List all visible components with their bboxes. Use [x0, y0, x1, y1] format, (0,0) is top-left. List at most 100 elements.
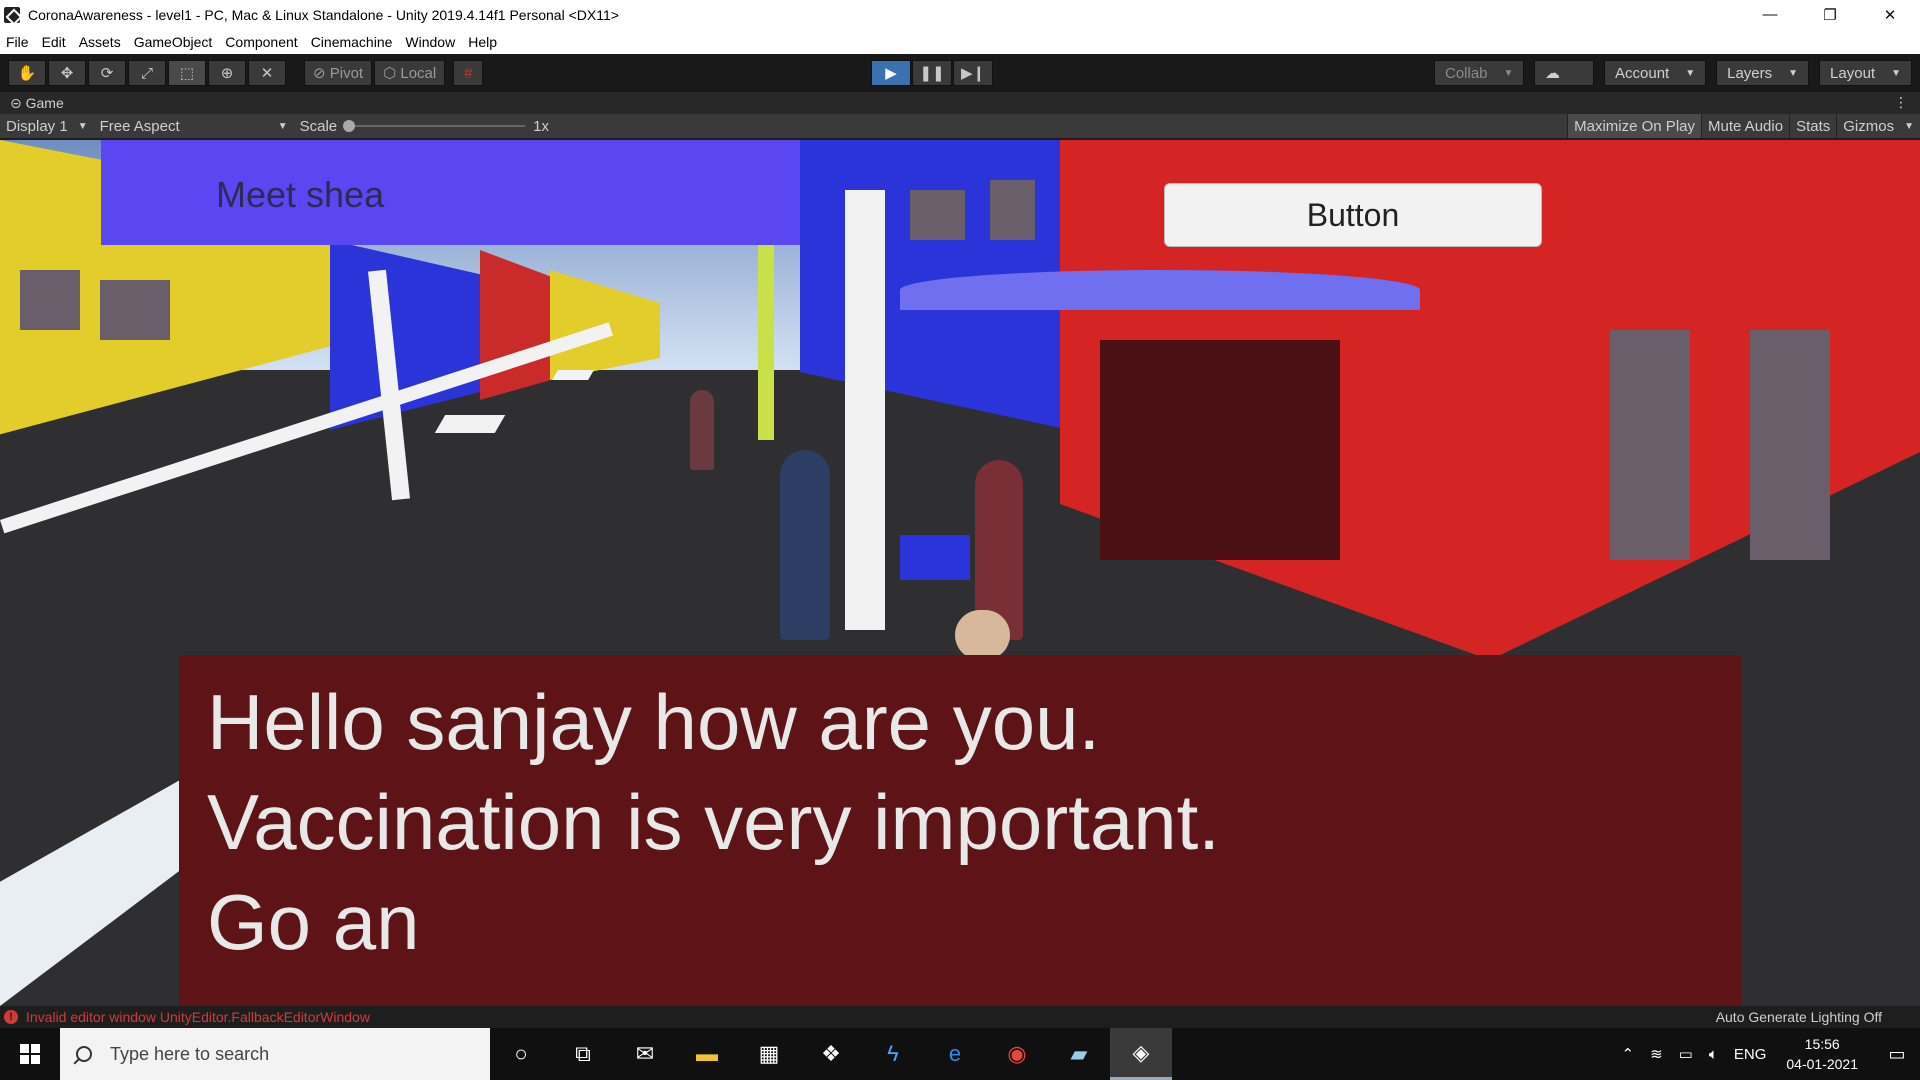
character-officer	[780, 450, 830, 640]
chevron-down-icon: ▼	[1904, 120, 1914, 132]
display-label: Display 1	[6, 117, 68, 135]
menu-edit[interactable]: Edit	[42, 34, 66, 50]
layers-dropdown[interactable]: Layers ▼	[1716, 60, 1810, 86]
start-button[interactable]	[0, 1028, 60, 1080]
scale-slider-knob[interactable]	[343, 120, 356, 132]
notifications-icon[interactable]: ▭	[1874, 1028, 1920, 1080]
chrome-icon[interactable]: ◉	[986, 1028, 1048, 1080]
console-error[interactable]: ! Invalid editor window UnityEditor.Fall…	[0, 1009, 370, 1025]
building-window	[1610, 330, 1690, 560]
mute-audio-toggle[interactable]: Mute Audio	[1701, 114, 1789, 138]
unity-taskbar-icon[interactable]: ◈	[1110, 1028, 1172, 1080]
play-controls: ▶ ❚❚ ▶❙	[871, 60, 994, 86]
status-bar: ! Invalid editor window UnityEditor.Fall…	[0, 1006, 1920, 1028]
dropbox-icon[interactable]: ❖	[800, 1028, 862, 1080]
store-icon[interactable]: ▦	[738, 1028, 800, 1080]
vscode-icon[interactable]: ϟ	[862, 1028, 924, 1080]
close-button[interactable]: ✕	[1860, 0, 1920, 29]
scale-value: 1x	[533, 117, 549, 135]
rotate-tool-icon[interactable]: ⟳	[88, 60, 126, 86]
file-explorer-icon[interactable]: ▬	[676, 1028, 738, 1080]
hand-tool-icon[interactable]: ✋	[8, 60, 46, 86]
building-window	[910, 190, 965, 240]
chevron-down-icon: ▼	[1891, 67, 1901, 79]
street-lamp-pole	[845, 190, 885, 630]
battery-icon[interactable]: ▭	[1679, 1045, 1693, 1063]
dialog-line-3: Go an	[207, 878, 420, 966]
restore-button[interactable]: ❐	[1800, 0, 1860, 29]
display-dropdown[interactable]: Display 1 ▼	[0, 114, 94, 138]
grid-snap-icon[interactable]: #	[453, 60, 484, 86]
account-dropdown[interactable]: Account ▼	[1604, 60, 1707, 86]
menu-bar: File Edit Assets GameObject Component Ci…	[0, 29, 1920, 54]
clock-date: 04-01-2021	[1786, 1056, 1858, 1072]
volume-icon[interactable]: 🔈︎	[1709, 1046, 1718, 1063]
move-tool-icon[interactable]: ✥	[48, 60, 86, 86]
lane-marking	[434, 415, 506, 433]
meet-panel: Meet shea	[101, 140, 800, 245]
app-icon[interactable]: ▰	[1048, 1028, 1110, 1080]
transform-tool-icon[interactable]: ⊕	[208, 60, 246, 86]
chevron-down-icon: ▼	[277, 120, 288, 132]
clock[interactable]: 15:56 04-01-2021	[1786, 1034, 1858, 1074]
layout-dropdown[interactable]: Layout ▼	[1819, 60, 1912, 86]
character-head-foreground	[955, 610, 1010, 660]
gizmos-label: Gizmos	[1843, 117, 1895, 135]
window-title: CoronaAwareness - level1 - PC, Mac & Lin…	[28, 6, 619, 23]
game-tab[interactable]: ⊝ Game ⋮	[0, 92, 1920, 114]
pivot-icon: ⊘	[313, 65, 330, 82]
wifi-icon[interactable]: ≋	[1650, 1045, 1663, 1063]
chevron-down-icon: ▼	[77, 120, 88, 132]
menu-assets[interactable]: Assets	[79, 34, 121, 50]
edge-icon[interactable]: e	[924, 1028, 986, 1080]
pivot-toggle[interactable]: ⊘ Pivot	[304, 60, 373, 86]
search-icon	[76, 1046, 92, 1062]
aspect-dropdown[interactable]: Free Aspect ▼	[94, 114, 294, 138]
dialog-line-2: Vaccination is very important.	[207, 778, 1220, 866]
play-button[interactable]: ▶	[871, 60, 911, 86]
windows-logo-icon	[20, 1044, 40, 1064]
cloud-icon[interactable]: ☁	[1534, 60, 1594, 86]
toolbar-right: Collab ▼ ☁ Account ▼ Layers ▼ Layout ▼	[1424, 60, 1912, 86]
game-view-options: Maximize On Play Mute Audio Stats Gizmos…	[1567, 114, 1920, 138]
chevron-up-icon[interactable]: ⌃	[1622, 1045, 1635, 1063]
rect-tool-icon[interactable]: ⬚	[168, 60, 206, 86]
menu-cinemachine[interactable]: Cinemachine	[311, 34, 393, 50]
step-button[interactable]: ▶❙	[953, 60, 993, 86]
maximize-on-play-toggle[interactable]: Maximize On Play	[1567, 114, 1701, 138]
mail-icon[interactable]: ✉	[614, 1028, 676, 1080]
window-controls: — ❐ ✕	[1740, 0, 1920, 29]
collab-dropdown[interactable]: Collab ▼	[1434, 60, 1524, 86]
toolbar: ✋ ✥ ⟳ ⤢ ⬚ ⊕ ✕ ⊘ Pivot ⬡ Local # ▶ ❚❚ ▶❙ …	[0, 54, 1920, 92]
minimize-button[interactable]: —	[1740, 0, 1800, 29]
game-view-toolbar: Display 1 ▼ Free Aspect ▼ Scale 1x Maximiz…	[0, 114, 1920, 138]
gamepad-icon: ⊝	[10, 94, 26, 111]
meet-text: Meet shea	[216, 174, 385, 215]
scale-control: Scale 1x	[294, 114, 555, 138]
shop-window	[1100, 340, 1340, 560]
more-options-icon[interactable]: ⋮	[1894, 94, 1908, 111]
error-icon: !	[4, 1010, 18, 1024]
scale-slider[interactable]	[343, 120, 526, 132]
menu-help[interactable]: Help	[468, 34, 497, 50]
menu-window[interactable]: Window	[405, 34, 455, 50]
menu-component[interactable]: Component	[225, 34, 297, 50]
game-tab-label: Game	[25, 95, 64, 111]
unity-app-icon	[4, 6, 20, 23]
custom-tool-icon[interactable]: ✕	[248, 60, 286, 86]
gizmos-dropdown[interactable]: Gizmos ▼	[1836, 114, 1920, 138]
menu-file[interactable]: File	[6, 34, 29, 50]
dialog-panel: Hello sanjay how are you. Vaccination is…	[179, 655, 1741, 1006]
game-viewport[interactable]: Meet shea Button Hello sanjay how are yo…	[0, 140, 1920, 1006]
pause-button[interactable]: ❚❚	[912, 60, 952, 86]
menu-gameobject[interactable]: GameObject	[134, 34, 213, 50]
task-view-icon[interactable]: ⧉	[552, 1028, 614, 1080]
language-indicator[interactable]: ENG	[1734, 1046, 1767, 1063]
local-toggle[interactable]: ⬡ Local	[374, 60, 446, 86]
stats-toggle[interactable]: Stats	[1789, 114, 1836, 138]
cortana-icon[interactable]: ○	[490, 1028, 552, 1080]
scale-tool-icon[interactable]: ⤢	[128, 60, 166, 86]
account-label: Account	[1615, 64, 1670, 82]
taskbar-search[interactable]: Type here to search	[60, 1028, 490, 1080]
game-ui-button[interactable]: Button	[1164, 183, 1542, 247]
